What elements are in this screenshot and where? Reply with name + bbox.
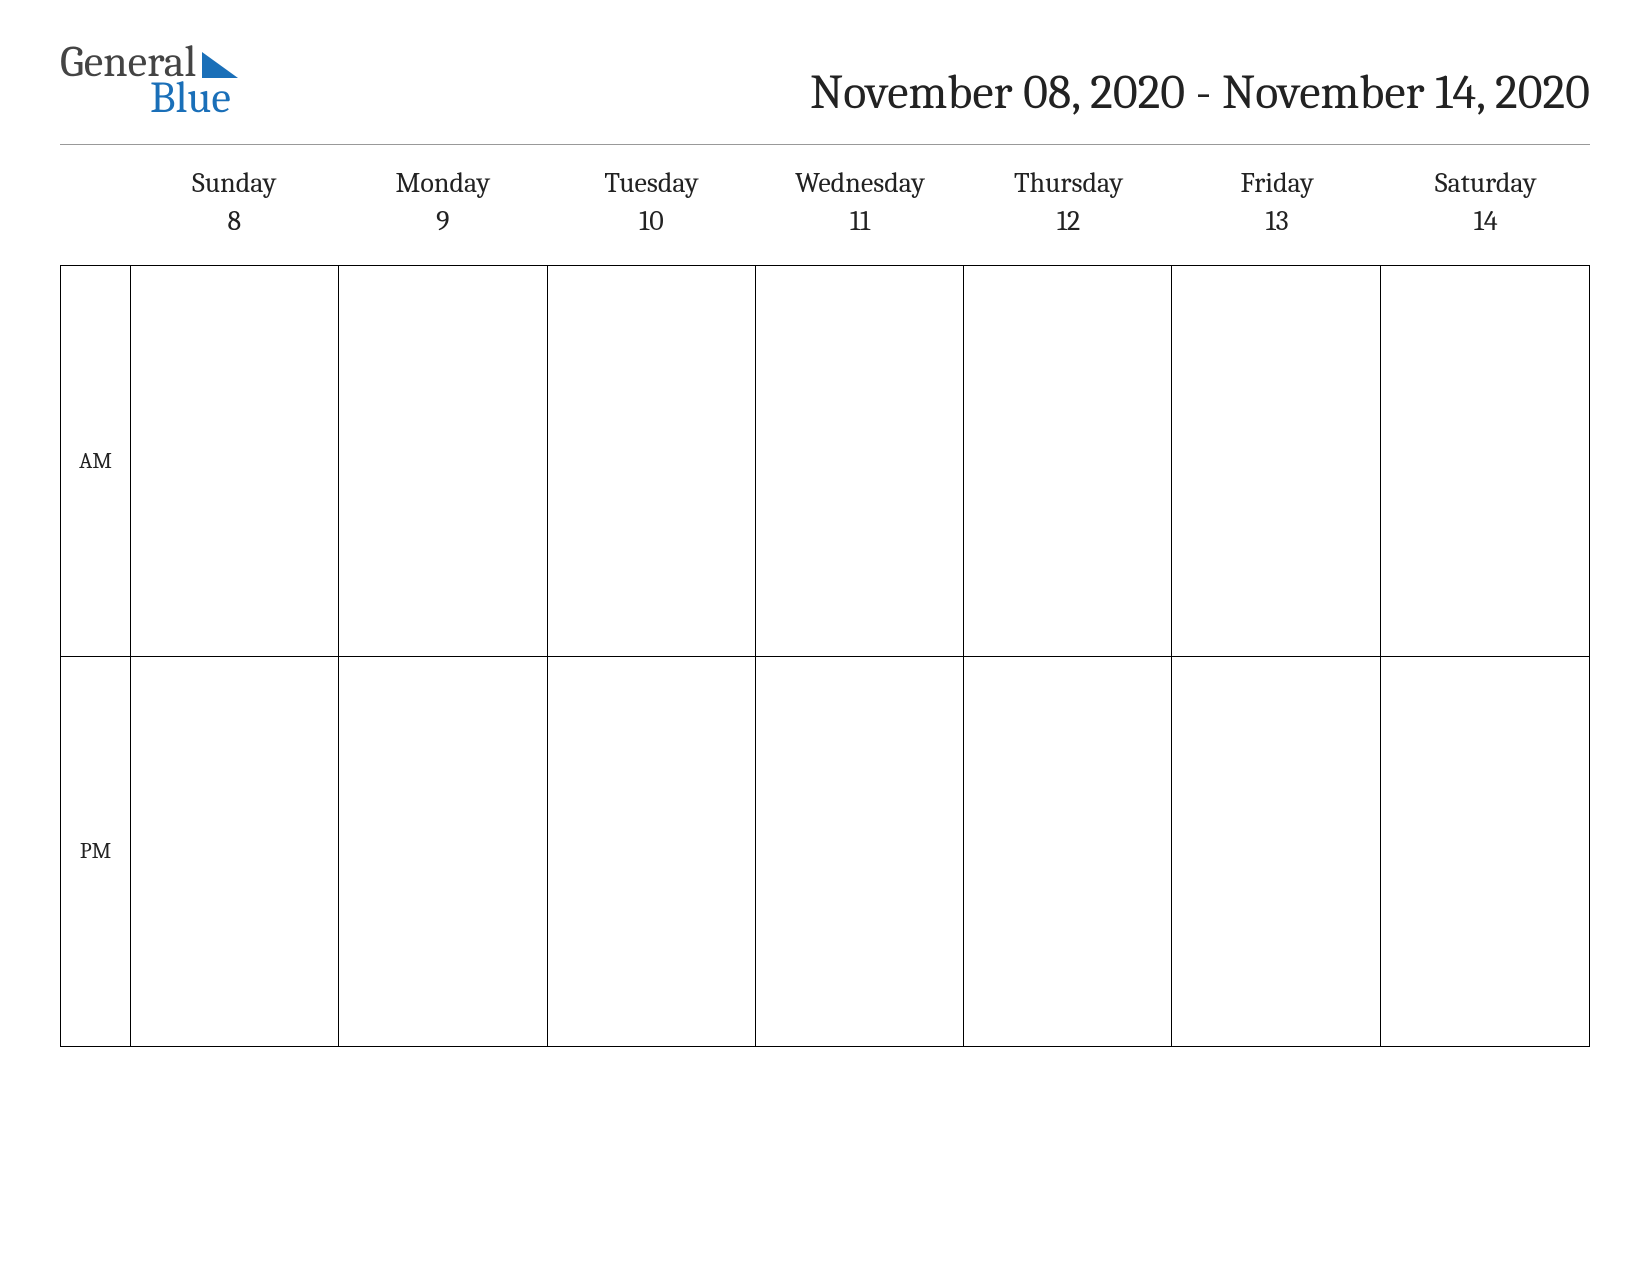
day-header-friday: Friday 13 xyxy=(1173,165,1382,241)
day-name: Wednesday xyxy=(756,165,965,203)
day-name: Tuesday xyxy=(547,165,756,203)
day-header-wednesday: Wednesday 11 xyxy=(756,165,965,241)
day-name: Thursday xyxy=(964,165,1173,203)
day-name: Sunday xyxy=(130,165,339,203)
day-header-saturday: Saturday 14 xyxy=(1381,165,1590,241)
day-header-tuesday: Tuesday 10 xyxy=(547,165,756,241)
logo-triangle-icon xyxy=(202,52,238,78)
cell-pm-saturday xyxy=(1381,656,1589,1046)
day-number: 10 xyxy=(547,203,756,241)
day-name: Saturday xyxy=(1381,165,1590,203)
cell-am-wednesday xyxy=(756,266,964,656)
cell-am-friday xyxy=(1172,266,1380,656)
period-label-am: AM xyxy=(61,266,131,656)
period-label-pm: PM xyxy=(61,656,131,1046)
day-number: 9 xyxy=(339,203,548,241)
cell-am-monday xyxy=(339,266,547,656)
cell-am-thursday xyxy=(964,266,1172,656)
day-header-sunday: Sunday 8 xyxy=(130,165,339,241)
cell-pm-sunday xyxy=(131,656,339,1046)
date-range-title: November 08, 2020 - November 14, 2020 xyxy=(810,65,1590,120)
cell-pm-thursday xyxy=(964,656,1172,1046)
day-number: 13 xyxy=(1173,203,1382,241)
day-number: 11 xyxy=(756,203,965,241)
logo-word-blue: Blue xyxy=(150,76,238,120)
cell-pm-wednesday xyxy=(756,656,964,1046)
cell-am-sunday xyxy=(131,266,339,656)
day-header-thursday: Thursday 12 xyxy=(964,165,1173,241)
cell-am-tuesday xyxy=(548,266,756,656)
cell-am-saturday xyxy=(1381,266,1589,656)
day-headers-row: Sunday 8 Monday 9 Tuesday 10 Wednesday 1… xyxy=(60,165,1590,241)
cell-pm-friday xyxy=(1172,656,1380,1046)
day-number: 14 xyxy=(1381,203,1590,241)
day-number: 12 xyxy=(964,203,1173,241)
day-name: Monday xyxy=(339,165,548,203)
calendar-grid: AM PM xyxy=(60,265,1590,1047)
day-header-monday: Monday 9 xyxy=(339,165,548,241)
weekly-calendar: Sunday 8 Monday 9 Tuesday 10 Wednesday 1… xyxy=(60,165,1590,1047)
cell-pm-monday xyxy=(339,656,547,1046)
day-number: 8 xyxy=(130,203,339,241)
cell-pm-tuesday xyxy=(548,656,756,1046)
day-name: Friday xyxy=(1173,165,1382,203)
header-spacer xyxy=(60,165,130,241)
header: General Blue November 08, 2020 - Novembe… xyxy=(60,40,1590,145)
logo: General Blue xyxy=(60,40,238,120)
